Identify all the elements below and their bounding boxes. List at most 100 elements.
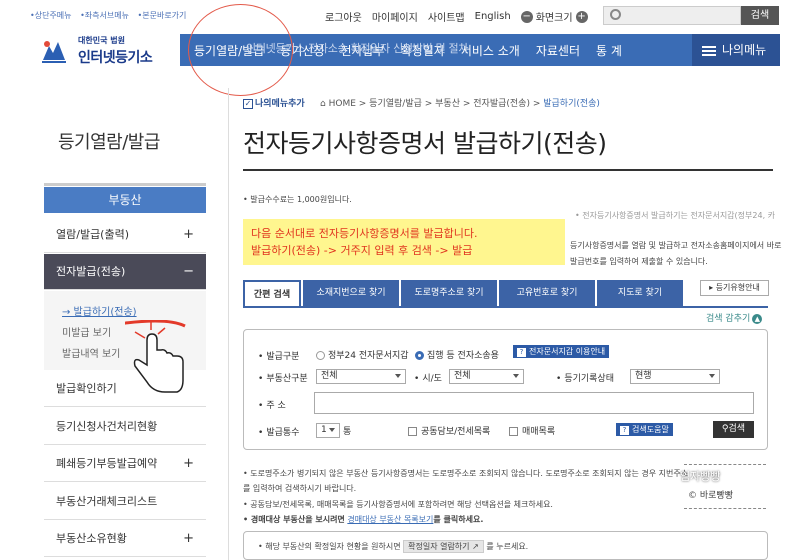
page-title: 전자등기사항증명서 발급하기(전송) bbox=[243, 129, 607, 158]
sales-list-option[interactable]: 매매목록 bbox=[509, 424, 555, 437]
joint-collateral-option[interactable]: 공동담보/전세목록 bbox=[408, 424, 490, 437]
search-help-label: 검색도움말 bbox=[632, 425, 669, 434]
sidebar-item-view-issue[interactable]: 열람/발급(출력) + bbox=[44, 217, 206, 253]
sub-item-issue[interactable]: → 발급하기(전송) bbox=[62, 303, 137, 318]
plus-icon: + bbox=[183, 531, 194, 546]
question-icon: ? bbox=[517, 348, 526, 357]
mypage-link[interactable]: 마이페이지 bbox=[372, 9, 418, 24]
breadcrumb-issue[interactable]: 등기열람/발급 bbox=[369, 99, 422, 109]
joint-collateral-checkbox[interactable] bbox=[408, 427, 417, 436]
wallet-guide-button[interactable]: ? 전자문서지갑 이용안내 bbox=[513, 345, 610, 358]
breadcrumb-electronic[interactable]: 전자발급(전송) bbox=[473, 99, 530, 109]
skip-link-lnb[interactable]: •좌측서브메뉴 bbox=[80, 11, 129, 20]
tab-lot[interactable]: 소재지번으로 찾기 bbox=[303, 280, 399, 306]
tabs-underline bbox=[243, 306, 768, 308]
minus-icon: − bbox=[183, 264, 194, 279]
region-value: 전체 bbox=[454, 371, 471, 381]
sidebar-item-verify[interactable]: 발급확인하기 bbox=[44, 371, 206, 407]
wallet-guide-label: 전자문서지갑 이용안내 bbox=[529, 347, 606, 356]
chevron-down-icon bbox=[709, 374, 715, 378]
property-type-select[interactable]: 전체 bbox=[316, 369, 406, 384]
radio-gov24[interactable] bbox=[316, 351, 325, 360]
mymenu-button[interactable]: 나의메뉴 bbox=[692, 34, 780, 66]
english-link[interactable]: English bbox=[475, 11, 511, 22]
logout-link[interactable]: 로그아웃 bbox=[325, 9, 362, 24]
breadcrumb: ⌂ HOME > 등기열람/발급 > 부동산 > 전자발급(전송) > 발급하기… bbox=[320, 99, 600, 109]
skip-link-content[interactable]: •본문바로가기 bbox=[138, 11, 187, 20]
tab-road[interactable]: 도로명주소로 찾기 bbox=[401, 280, 497, 306]
search-input[interactable] bbox=[603, 6, 741, 25]
fixed-date-text: • 해당 부동산의 확정일자 현황을 원하시면 확정일자 열람하기 ↗ 를 누르… bbox=[258, 540, 528, 553]
content-divider bbox=[228, 88, 229, 560]
search-help-button[interactable]: ? 검색도움말 bbox=[616, 423, 673, 436]
watermark-line bbox=[684, 464, 766, 465]
copy-count-select[interactable]: 1 bbox=[316, 423, 340, 438]
registry-type-guide-button[interactable]: ▸ 등기유형안내 bbox=[700, 280, 769, 296]
title-underline bbox=[243, 169, 773, 171]
radio-gov24-label: 정부24 전자문서지갑 bbox=[328, 351, 409, 361]
hide-search-toggle[interactable]: 검색 감추기 ▲ bbox=[706, 311, 763, 324]
sidebar-item-checklist[interactable]: 부동산거래체크리스트 bbox=[44, 484, 206, 520]
add-mymenu-button[interactable]: ✓ 나의메뉴추가 bbox=[243, 96, 305, 109]
sidebar-item-ownership[interactable]: 부동산소유현황 + bbox=[44, 521, 206, 557]
hide-search-label: 검색 감추기 bbox=[706, 314, 751, 324]
font-increase-button[interactable]: + bbox=[575, 10, 588, 23]
fixed-date-suffix: 를 누르세요. bbox=[486, 542, 529, 551]
fixed-date-view-label: 확정일자 열람하기 bbox=[408, 542, 470, 551]
breadcrumb-home[interactable]: HOME bbox=[329, 99, 356, 109]
copy-count-unit: 통 bbox=[343, 427, 352, 437]
collapse-icon: ▲ bbox=[752, 314, 763, 324]
auction-list-link[interactable]: 경매대상 부동산 목록보기 bbox=[347, 515, 433, 524]
sidebar-item-electronic[interactable]: 전자발급(전송) − bbox=[44, 254, 206, 290]
sales-list-checkbox[interactable] bbox=[509, 427, 518, 436]
copy-count-value: 1 bbox=[321, 425, 327, 435]
question-icon: ? bbox=[620, 426, 629, 435]
form-search-button[interactable]: ⚲검색 bbox=[713, 421, 754, 438]
record-status-label: 등기기록상태 bbox=[556, 371, 614, 384]
region-select[interactable]: 전체 bbox=[449, 369, 524, 384]
sidebar-item-closed-reserve[interactable]: 폐쇄등기부등발급예약 + bbox=[44, 446, 206, 482]
home-icon: ⌂ bbox=[320, 99, 326, 109]
record-status-select[interactable]: 현행 bbox=[630, 369, 720, 384]
region-label: 시/도 bbox=[414, 371, 442, 384]
radio-ecourt[interactable] bbox=[415, 351, 424, 360]
mymenu-label: 나의메뉴 bbox=[722, 43, 767, 57]
tab-unique[interactable]: 고유번호로 찾기 bbox=[499, 280, 595, 306]
tab-simple[interactable]: 간편 검색 bbox=[243, 280, 301, 306]
hamburger-icon bbox=[702, 45, 716, 56]
search-tabs: 간편 검색 소재지번으로 찾기 도로명주소로 찾기 고유번호로 찾기 지도로 찾… bbox=[243, 280, 683, 306]
font-decrease-button[interactable]: − bbox=[520, 10, 533, 23]
sidebar-title: 등기열람/발급 bbox=[58, 132, 160, 153]
note-auction-prefix: • 경매대상 부동산을 보시려면 bbox=[243, 515, 345, 524]
address-input[interactable] bbox=[314, 392, 754, 414]
issue-type-label: 발급구분 bbox=[258, 349, 299, 362]
external-link-icon: ↗ bbox=[472, 542, 479, 551]
fixed-date-view-button[interactable]: 확정일자 열람하기 ↗ bbox=[403, 540, 484, 553]
sitemap-link[interactable]: 사이트맵 bbox=[428, 9, 465, 24]
logo[interactable]: 대한민국 법원 인터넷등기소 bbox=[40, 32, 170, 68]
sidebar-item-label: 열람/발급(출력) bbox=[56, 228, 130, 241]
logo-subtitle: 대한민국 법원 bbox=[78, 36, 125, 45]
gnb-item-stats[interactable]: 통 계 bbox=[588, 42, 630, 59]
property-type-value: 전체 bbox=[321, 371, 338, 381]
sub-item-history[interactable]: 발급내역 보기 bbox=[62, 345, 120, 360]
skip-link-gnb[interactable]: •상단주메뉴 bbox=[30, 11, 72, 20]
search-button[interactable]: 검색 bbox=[741, 6, 779, 25]
skip-links: •상단주메뉴 •좌측서브메뉴 •본문바로가기 bbox=[30, 10, 192, 21]
breadcrumb-realestate[interactable]: 부동산 bbox=[435, 99, 460, 109]
copy-count-label: 발급통수 bbox=[258, 425, 299, 438]
search-form: 발급구분 정부24 전자문서지갑 집행 등 전자소송용 ?전자문서지갑 이용안내… bbox=[243, 329, 768, 450]
sidebar-item-label: 부동산소유현황 bbox=[56, 532, 127, 545]
issue-type-gov24[interactable]: 정부24 전자문서지갑 bbox=[316, 348, 409, 361]
gnb-item-data[interactable]: 자료센터 bbox=[528, 42, 588, 59]
joint-collateral-label: 공동담보/전세목록 bbox=[421, 427, 491, 437]
sidebar-item-label: 부동산거래체크리스트 bbox=[56, 495, 158, 508]
sub-item-unissued[interactable]: 미발급 보기 bbox=[62, 324, 111, 339]
sidebar-item-case-status[interactable]: 등기신청사건처리현황 bbox=[44, 409, 206, 445]
font-size-label: 화면크기 bbox=[535, 13, 573, 24]
tab-map[interactable]: 지도로 찾기 bbox=[597, 280, 683, 306]
highlight-circle bbox=[188, 4, 293, 96]
issue-type-ecourt[interactable]: 집행 등 전자소송용 bbox=[415, 348, 499, 361]
address-label: 주 소 bbox=[258, 398, 285, 411]
instruction-callout: 다음 순서대로 전자등기사항증명서를 발급합니다. 발급하기(전송) -> 거주… bbox=[243, 219, 565, 265]
